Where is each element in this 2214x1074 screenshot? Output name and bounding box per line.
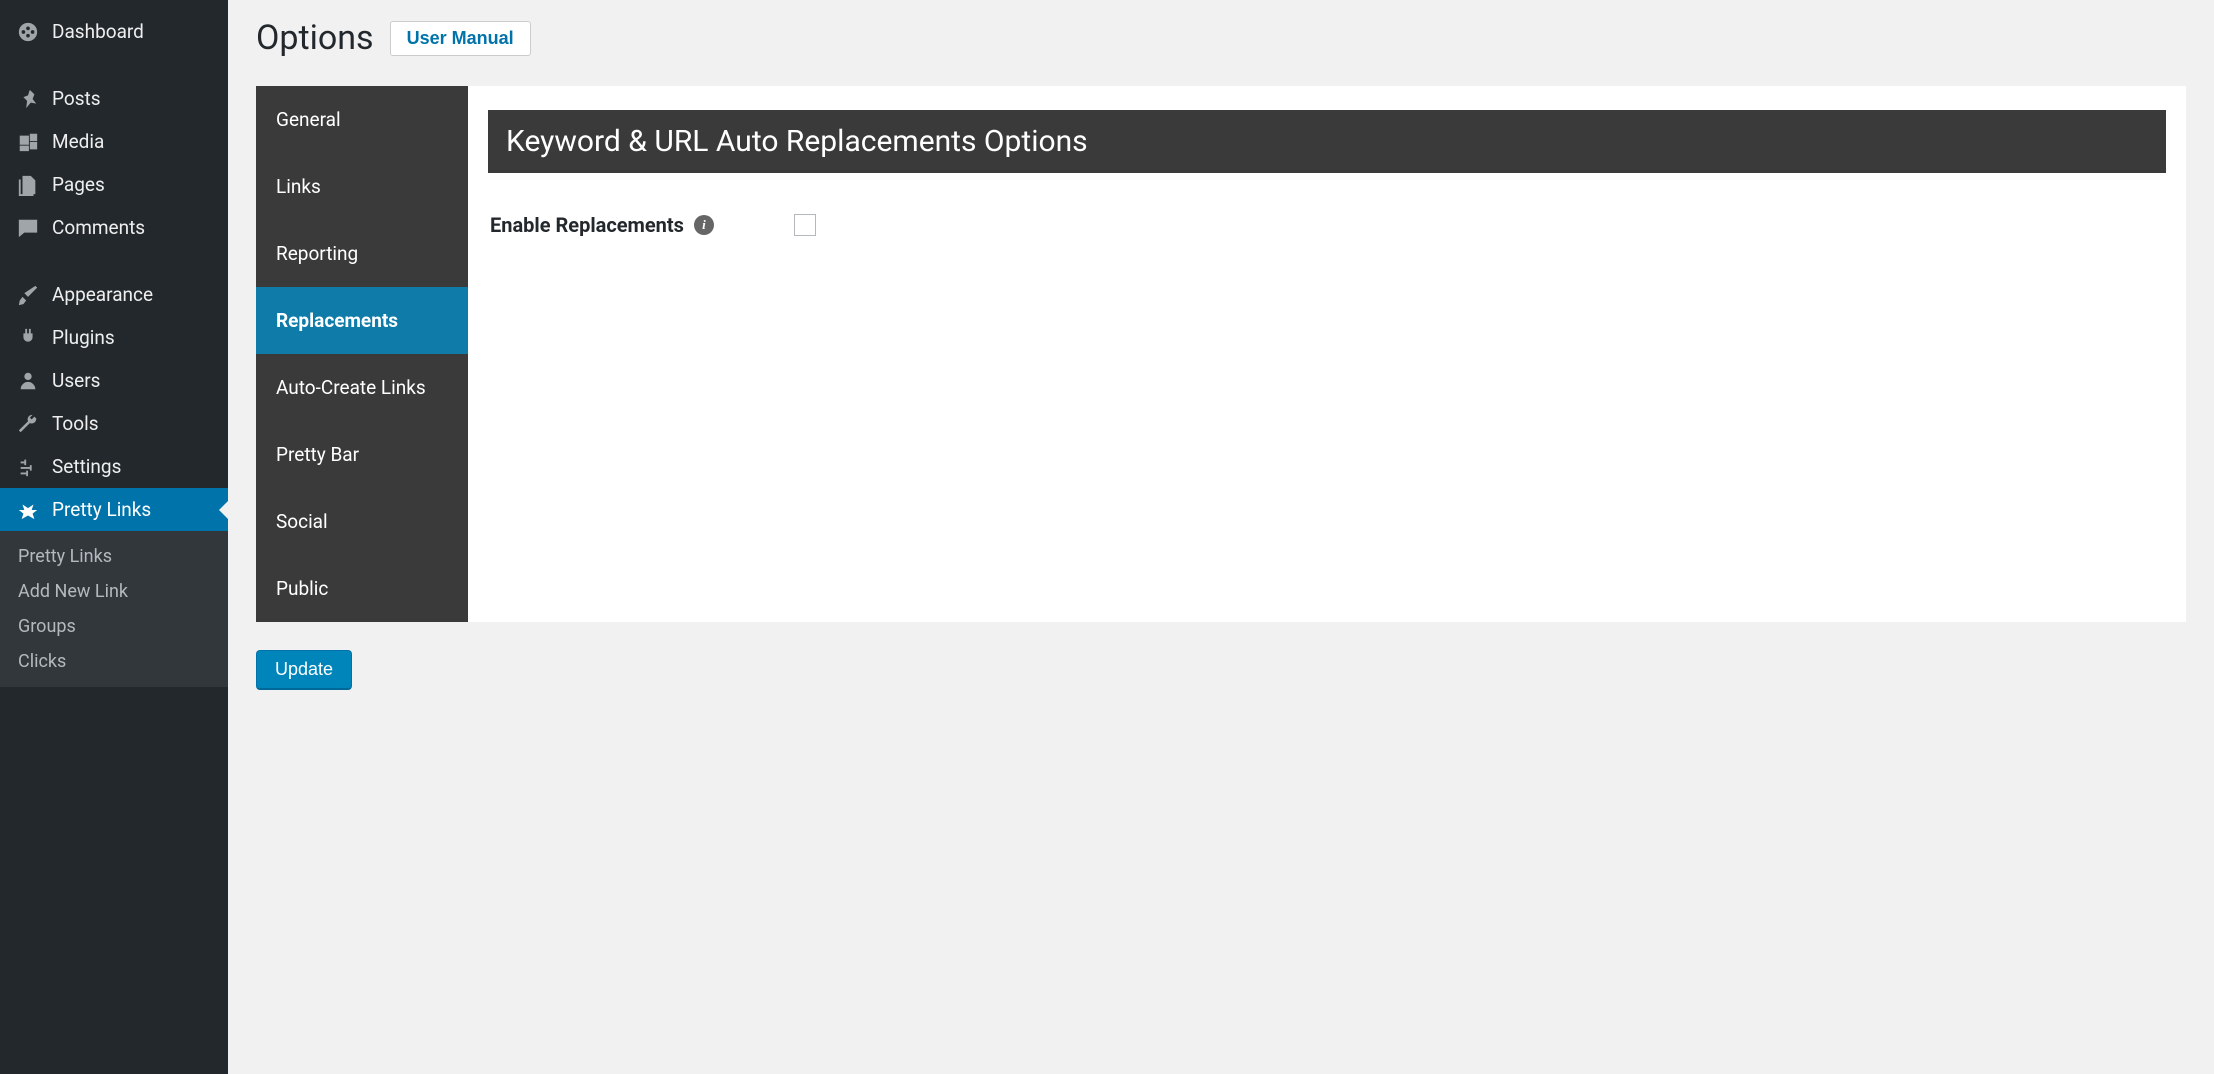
media-icon: [14, 131, 42, 153]
tab-replacements[interactable]: Replacements: [256, 287, 468, 354]
wrench-icon: [14, 413, 42, 435]
sidebar-item-label: Comments: [52, 216, 145, 239]
sidebar-item-label: Pretty Links: [52, 498, 151, 521]
enable-replacements-row: Enable Replacements i: [488, 213, 2166, 237]
tab-links[interactable]: Links: [256, 153, 468, 220]
sidebar-item-media[interactable]: Media: [0, 120, 228, 163]
user-manual-button[interactable]: User Manual: [390, 21, 531, 56]
enable-replacements-label: Enable Replacements i: [490, 213, 714, 237]
sidebar-item-label: Dashboard: [52, 20, 144, 43]
comment-icon: [14, 217, 42, 239]
sidebar-item-tools[interactable]: Tools: [0, 402, 228, 445]
tab-pretty-bar[interactable]: Pretty Bar: [256, 421, 468, 488]
enable-replacements-checkbox[interactable]: [794, 214, 816, 236]
update-button[interactable]: Update: [256, 650, 352, 690]
sidebar-item-posts[interactable]: Posts: [0, 77, 228, 120]
user-icon: [14, 370, 42, 392]
tab-reporting[interactable]: Reporting: [256, 220, 468, 287]
sidebar-item-dashboard[interactable]: Dashboard: [0, 10, 228, 53]
sidebar-item-label: Tools: [52, 412, 99, 435]
page-title: Options: [256, 18, 374, 58]
pages-icon: [14, 174, 42, 196]
submenu-item-groups[interactable]: Groups: [0, 609, 228, 644]
brush-icon: [14, 284, 42, 306]
options-panel: General Links Reporting Replacements Aut…: [256, 86, 2186, 622]
sidebar-item-label: Appearance: [52, 283, 153, 306]
sidebar-item-label: Media: [52, 130, 104, 153]
sidebar-submenu: Pretty Links Add New Link Groups Clicks: [0, 531, 228, 687]
main-content: Options User Manual General Links Report…: [228, 0, 2214, 1074]
submenu-item-clicks[interactable]: Clicks: [0, 644, 228, 679]
tab-auto-create-links[interactable]: Auto-Create Links: [256, 354, 468, 421]
options-tabs: General Links Reporting Replacements Aut…: [256, 86, 468, 622]
pin-icon: [14, 88, 42, 110]
sidebar-item-label: Settings: [52, 455, 121, 478]
sidebar-item-label: Posts: [52, 87, 101, 110]
sidebar-item-plugins[interactable]: Plugins: [0, 316, 228, 359]
sidebar-item-pretty-links[interactable]: Pretty Links: [0, 488, 228, 531]
sidebar-item-users[interactable]: Users: [0, 359, 228, 402]
star-icon: [14, 499, 42, 521]
panel-content: Keyword & URL Auto Replacements Options …: [468, 86, 2186, 622]
enable-replacements-text: Enable Replacements: [490, 213, 684, 237]
sidebar-item-pages[interactable]: Pages: [0, 163, 228, 206]
submenu-item-add-new-link[interactable]: Add New Link: [0, 574, 228, 609]
tab-public[interactable]: Public: [256, 555, 468, 622]
sidebar-item-appearance[interactable]: Appearance: [0, 273, 228, 316]
page-header: Options User Manual: [256, 18, 2186, 58]
info-icon[interactable]: i: [694, 215, 714, 235]
sidebar-item-comments[interactable]: Comments: [0, 206, 228, 249]
sidebar-item-label: Users: [52, 369, 100, 392]
sliders-icon: [14, 456, 42, 478]
sidebar-item-label: Plugins: [52, 326, 115, 349]
admin-sidebar: Dashboard Posts Media Pages Comments App…: [0, 0, 228, 1074]
tab-general[interactable]: General: [256, 86, 468, 153]
plug-icon: [14, 327, 42, 349]
tab-social[interactable]: Social: [256, 488, 468, 555]
sidebar-item-label: Pages: [52, 173, 105, 196]
submenu-item-pretty-links[interactable]: Pretty Links: [0, 539, 228, 574]
sidebar-item-settings[interactable]: Settings: [0, 445, 228, 488]
section-title: Keyword & URL Auto Replacements Options: [488, 110, 2166, 173]
dashboard-icon: [14, 21, 42, 43]
